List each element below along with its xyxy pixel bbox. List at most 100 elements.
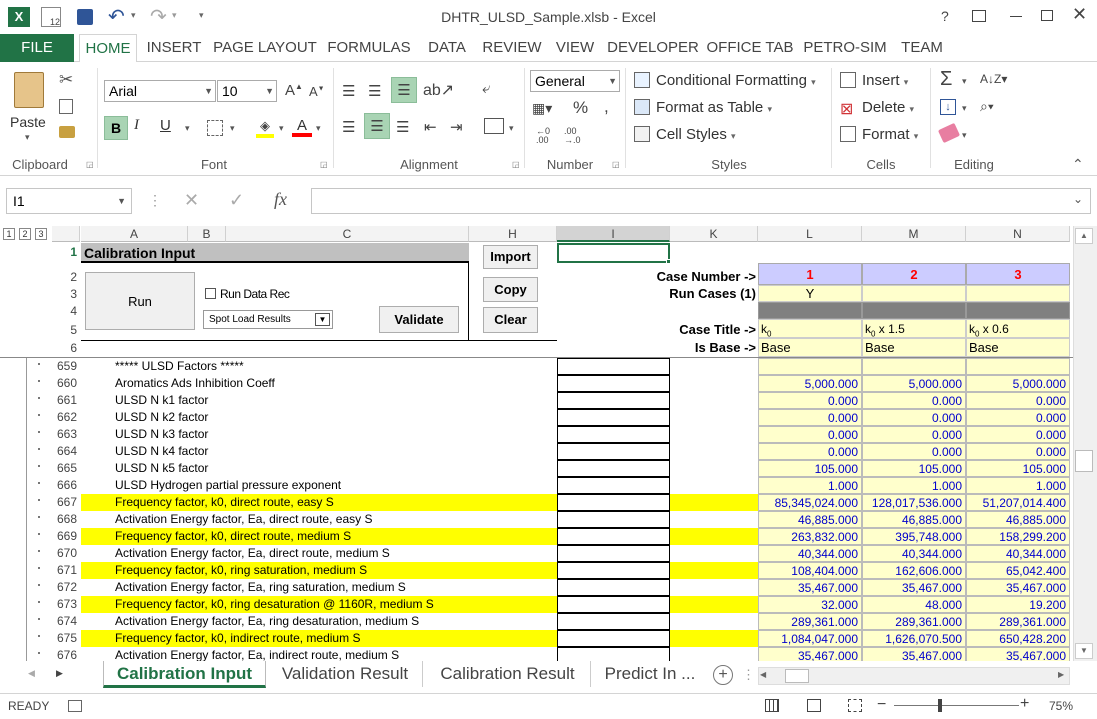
- shrink-font-icon[interactable]: A▼: [309, 84, 325, 99]
- input-cell-i[interactable]: [557, 545, 670, 562]
- parameter-label[interactable]: Activation Energy factor, Ea, ring satur…: [115, 579, 555, 595]
- borders-dropdown-icon[interactable]: ▾: [230, 123, 235, 134]
- column-header-h[interactable]: H: [469, 226, 557, 242]
- input-cell-i[interactable]: [557, 477, 670, 494]
- row-header[interactable]: 3: [52, 287, 80, 301]
- insert-function-icon[interactable]: fx: [274, 189, 287, 210]
- case-value-cell[interactable]: 158,299.200: [966, 528, 1070, 545]
- increase-decimal-icon[interactable]: ←0.00: [536, 127, 550, 145]
- case-value-cell[interactable]: 105.000: [966, 460, 1070, 477]
- merge-center-icon[interactable]: [484, 118, 504, 134]
- paste-dropdown-icon[interactable]: ▾: [25, 132, 30, 143]
- ribbon-display-icon[interactable]: [972, 10, 986, 22]
- tab-view[interactable]: VIEW: [549, 34, 601, 62]
- case-value-cell[interactable]: 35,467.000: [862, 579, 966, 596]
- case-value-cell[interactable]: 35,467.000: [966, 579, 1070, 596]
- column-header-l[interactable]: L: [758, 226, 862, 242]
- case-value-cell[interactable]: 35,467.000: [758, 579, 862, 596]
- case-value-cell[interactable]: 395,748.000: [862, 528, 966, 545]
- parameter-label[interactable]: ***** ULSD Factors *****: [115, 358, 555, 374]
- align-right-icon[interactable]: ☰: [396, 118, 409, 136]
- case-value-cell[interactable]: 128,017,536.000: [862, 494, 966, 511]
- borders-icon[interactable]: [207, 120, 223, 136]
- case-value-cell[interactable]: 85,345,024.000: [758, 494, 862, 511]
- case-value-cell[interactable]: 0.000: [966, 426, 1070, 443]
- column-header-b[interactable]: B: [188, 226, 226, 242]
- grow-font-icon[interactable]: A▲: [285, 82, 303, 99]
- tab-petro-sim[interactable]: PETRO-SIM: [800, 34, 890, 62]
- row-header[interactable]: 4: [52, 304, 80, 318]
- input-cell-i[interactable]: [557, 596, 670, 613]
- case-value-cell[interactable]: 5,000.000: [862, 375, 966, 392]
- input-cell-i[interactable]: [557, 511, 670, 528]
- input-cell-i[interactable]: [557, 613, 670, 630]
- case-number-cell[interactable]: 1: [758, 263, 862, 285]
- parameter-label[interactable]: ULSD N k4 factor: [115, 443, 555, 459]
- number-format-select[interactable]: General ▼: [530, 70, 620, 92]
- close-icon[interactable]: ✕: [1072, 4, 1087, 25]
- run-case-cell[interactable]: [966, 285, 1070, 302]
- column-header-i[interactable]: I: [557, 226, 670, 242]
- cell-styles-icon[interactable]: [634, 126, 650, 142]
- is-base-cell[interactable]: Base: [966, 338, 1070, 357]
- decrease-indent-icon[interactable]: ⇤: [424, 118, 437, 136]
- input-cell-i[interactable]: [557, 528, 670, 545]
- case-value-cell[interactable]: 0.000: [758, 409, 862, 426]
- sort-filter-icon[interactable]: A↓Z▾: [980, 72, 1007, 86]
- row-header[interactable]: 5: [52, 323, 80, 337]
- input-cell-i[interactable]: [557, 409, 670, 426]
- fill-color-dropdown-icon[interactable]: ▾: [279, 123, 284, 134]
- tab-office-tab[interactable]: OFFICE TAB: [704, 34, 796, 62]
- name-box[interactable]: I1 ▼: [6, 188, 132, 214]
- case-value-cell[interactable]: [966, 358, 1070, 375]
- parameter-label[interactable]: ULSD N k2 factor: [115, 409, 555, 425]
- case-value-cell[interactable]: 32.000: [758, 596, 862, 613]
- input-cell-i[interactable]: [557, 358, 670, 375]
- macro-record-icon[interactable]: [68, 700, 82, 712]
- font-color-dropdown-icon[interactable]: ▾: [316, 123, 321, 134]
- column-header-a[interactable]: A: [81, 226, 188, 242]
- hscroll-left-icon[interactable]: ◀: [760, 670, 766, 679]
- case-value-cell[interactable]: 650,428.200: [966, 630, 1070, 647]
- case-value-cell[interactable]: 0.000: [966, 409, 1070, 426]
- normal-view-icon[interactable]: [765, 699, 779, 712]
- case-value-cell[interactable]: 19.200: [966, 596, 1070, 613]
- copy-icon[interactable]: [59, 99, 73, 114]
- parameter-label[interactable]: Frequency factor, k0, ring desaturation …: [115, 596, 555, 612]
- tab-split-grip-icon[interactable]: ⋮: [742, 667, 755, 683]
- case-value-cell[interactable]: 0.000: [862, 426, 966, 443]
- help-icon[interactable]: ?: [941, 8, 949, 24]
- row-header[interactable]: 665: [52, 460, 80, 476]
- autosum-dropdown-icon[interactable]: ▾: [962, 76, 967, 87]
- scroll-down-icon[interactable]: ▼: [1075, 643, 1093, 659]
- case-value-cell[interactable]: 0.000: [862, 409, 966, 426]
- number-launcher-icon[interactable]: ◲: [612, 160, 620, 169]
- sheet-tab-calibration-input[interactable]: Calibration Input: [103, 661, 266, 688]
- column-header-m[interactable]: M: [862, 226, 966, 242]
- case-value-cell[interactable]: 0.000: [758, 392, 862, 409]
- case-value-cell[interactable]: 46,885.000: [862, 511, 966, 528]
- format-painter-icon[interactable]: [59, 126, 75, 138]
- case-value-cell[interactable]: 0.000: [758, 443, 862, 460]
- row-header[interactable]: 669: [52, 528, 80, 544]
- case-value-cell[interactable]: 5,000.000: [966, 375, 1070, 392]
- case-value-cell[interactable]: [758, 358, 862, 375]
- row-header[interactable]: 6: [52, 341, 80, 355]
- insert-cells-button[interactable]: Insert ▾: [862, 72, 908, 89]
- zoom-level[interactable]: 75%: [1049, 699, 1073, 713]
- minimize-icon[interactable]: [1010, 16, 1022, 17]
- tab-page-layout[interactable]: PAGE LAYOUT: [210, 34, 320, 62]
- input-cell-i[interactable]: [557, 630, 670, 647]
- case-value-cell[interactable]: 289,361.000: [758, 613, 862, 630]
- case-title-cell[interactable]: k0: [758, 319, 862, 338]
- underline-dropdown-icon[interactable]: ▾: [185, 123, 190, 134]
- cell-styles-button[interactable]: Cell Styles ▾: [656, 126, 736, 143]
- case-value-cell[interactable]: 0.000: [862, 392, 966, 409]
- scroll-thumb[interactable]: [1075, 450, 1093, 472]
- is-base-cell[interactable]: Base: [758, 338, 862, 357]
- case-value-cell[interactable]: 105.000: [758, 460, 862, 477]
- row-header[interactable]: 2: [52, 270, 80, 284]
- clear-eraser-icon[interactable]: [937, 122, 961, 144]
- row-header[interactable]: 664: [52, 443, 80, 459]
- outline-level-3[interactable]: 3: [35, 228, 47, 240]
